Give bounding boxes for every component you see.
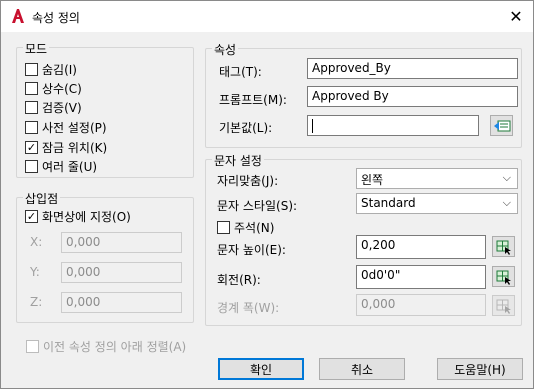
- annotative-checkbox[interactable]: 주석(N): [217, 219, 274, 236]
- attribute-definition-dialog: 속성 정의 ✕ 모드 숨김(I) 상수(C) 검증(V) 사전 설정(P) ✓ …: [0, 0, 534, 389]
- boundary-width-label: 경계 폭(W):: [217, 301, 280, 315]
- text-settings-legend: 문자 설정: [212, 152, 264, 169]
- mode-multiline-checkbox[interactable]: 여러 줄(U): [25, 158, 97, 175]
- checkbox-box: [25, 101, 38, 114]
- cancel-button[interactable]: 취소: [319, 358, 405, 380]
- x-input[interactable]: 0,000: [61, 232, 182, 253]
- checkbox-label: 상수(C): [42, 82, 82, 96]
- close-icon: ✕: [509, 6, 523, 26]
- justification-label: 자리맞춤(J):: [217, 174, 279, 188]
- pick-point-icon: [496, 299, 511, 314]
- mode-lock-position-checkbox[interactable]: ✓ 잠금 위치(K): [25, 139, 107, 156]
- checkbox-label: 이전 속성 정의 아래 정렬(A): [43, 340, 187, 354]
- y-label: Y:: [30, 265, 40, 279]
- z-input[interactable]: 0,000: [61, 292, 182, 313]
- checkbox-box: [25, 63, 38, 76]
- checkbox-label: 여러 줄(U): [42, 160, 98, 174]
- boundary-width-input[interactable]: 0,000: [356, 294, 486, 316]
- prompt-input[interactable]: Approved By: [307, 86, 518, 107]
- justification-select[interactable]: 왼쪽 ⌵: [356, 168, 518, 189]
- text-style-value: Standard: [361, 196, 416, 210]
- pick-point-icon: [496, 270, 511, 285]
- help-button[interactable]: 도움말(H): [437, 358, 523, 380]
- insert-field-button[interactable]: [490, 115, 513, 136]
- chevron-down-icon: ⌵: [502, 171, 511, 184]
- rotation-pick-button[interactable]: [492, 266, 515, 287]
- justification-value: 왼쪽: [361, 173, 384, 187]
- checkbox-label: 검증(V): [42, 101, 82, 115]
- specify-on-screen-checkbox[interactable]: ✓ 화면상에 지정(O): [25, 208, 131, 225]
- checkmark-icon: ✓: [25, 210, 38, 223]
- tag-label: 태그(T):: [219, 65, 262, 79]
- text-height-input[interactable]: 0,200: [356, 235, 486, 259]
- boundary-width-pick-button[interactable]: [492, 295, 515, 316]
- text-cursor: [312, 118, 313, 133]
- rotation-label: 회전(R):: [217, 273, 261, 287]
- default-label: 기본값(L):: [219, 121, 273, 135]
- text-style-select[interactable]: Standard ⌵: [356, 193, 518, 214]
- autocad-logo-icon: [12, 9, 24, 23]
- mode-constant-checkbox[interactable]: 상수(C): [25, 80, 82, 97]
- checkmark-icon: ✓: [25, 141, 38, 154]
- checkbox-box: [25, 82, 38, 95]
- text-height-pick-button[interactable]: [492, 236, 515, 257]
- attribute-legend: 속성: [212, 41, 239, 58]
- rotation-input[interactable]: 0d0'0": [356, 265, 486, 289]
- z-label: Z:: [30, 295, 43, 309]
- default-input[interactable]: [307, 115, 479, 136]
- tag-input[interactable]: Approved_By: [307, 58, 518, 79]
- checkbox-box: [25, 160, 38, 173]
- title-bar: 속성 정의 ✕: [1, 1, 533, 32]
- pick-point-icon: [496, 240, 511, 255]
- checkbox-label: 화면상에 지정(O): [42, 210, 131, 224]
- insertion-point-legend: 삽입점: [23, 190, 61, 207]
- chevron-down-icon: ⌵: [502, 196, 511, 209]
- checkbox-box: [25, 121, 38, 134]
- text-height-label: 문자 높이(E):: [217, 243, 286, 257]
- align-below-previous-checkbox[interactable]: 이전 속성 정의 아래 정렬(A): [26, 338, 186, 355]
- mode-invisible-checkbox[interactable]: 숨김(I): [25, 61, 77, 78]
- checkbox-label: 사전 설정(P): [42, 121, 107, 135]
- text-style-label: 문자 스타일(S):: [217, 199, 298, 213]
- checkbox-box: [217, 221, 230, 234]
- x-label: X:: [30, 235, 43, 249]
- checkbox-label: 숨김(I): [42, 63, 77, 77]
- checkbox-label: 주석(N): [234, 221, 275, 235]
- close-button[interactable]: ✕: [503, 4, 529, 28]
- ok-button[interactable]: 확인: [218, 358, 304, 380]
- checkbox-label: 잠금 위치(K): [42, 141, 108, 155]
- mode-legend: 모드: [23, 40, 50, 57]
- mode-verify-checkbox[interactable]: 검증(V): [25, 99, 82, 116]
- prompt-label: 프롬프트(M):: [219, 93, 287, 107]
- insert-field-icon: [493, 120, 510, 131]
- y-input[interactable]: 0,000: [61, 262, 182, 283]
- window-title: 속성 정의: [32, 11, 80, 25]
- checkbox-box: [26, 340, 39, 353]
- mode-preset-checkbox[interactable]: 사전 설정(P): [25, 119, 107, 136]
